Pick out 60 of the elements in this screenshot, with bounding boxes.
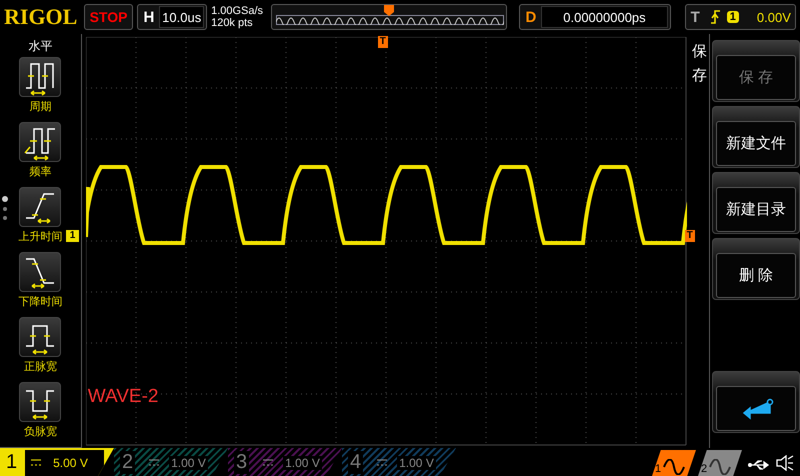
measure-button[interactable] [19, 317, 62, 357]
usb-icon [748, 459, 770, 471]
speaker-mute-icon [776, 455, 794, 471]
measure-button[interactable] [19, 57, 62, 97]
measure-label: 上升时间 [18, 230, 62, 244]
measure-label: 下降时间 [18, 295, 62, 309]
trigger-source-badge: 1 [726, 11, 739, 23]
rising-edge-icon [710, 10, 721, 24]
trigger-level-marker: T [684, 230, 695, 242]
channel-number: 1 [6, 450, 18, 474]
page-dots-icon [2, 196, 8, 222]
source-number: 2 [701, 463, 708, 475]
waveform-label: WAVE-2 [88, 386, 158, 408]
softkey-button[interactable]: 新建文件 [712, 106, 800, 168]
channel-scale: 5.00 V [51, 456, 90, 470]
sample-rate: 1.00GSa/s [211, 5, 264, 17]
dc-coupling-icon [377, 459, 388, 467]
channel-scale: 1.00 V [169, 456, 208, 470]
source-tab[interactable]: 2 [698, 450, 742, 476]
horizontal-label: H [142, 8, 156, 26]
channel-scale: 1.00 V [283, 456, 322, 470]
trigger-level: 0.00V [756, 10, 791, 24]
run-stop-button[interactable]: STOP [84, 4, 134, 30]
channel-tab[interactable]: 1 5.00 V [0, 448, 114, 476]
delay-value: 0.00000000ps [541, 6, 668, 28]
softkey-button[interactable]: 新建目录 [712, 172, 800, 234]
timebase-value: 10.0us [159, 6, 204, 28]
channel-number: 3 [234, 450, 250, 474]
dc-coupling-icon [149, 459, 160, 467]
trigger-position-icon [384, 5, 394, 16]
measure-button[interactable] [19, 187, 62, 227]
sine-wave-icon [663, 459, 686, 475]
measure-button[interactable] [19, 252, 62, 292]
channel-marker: 1 [66, 230, 80, 242]
source-number: 1 [655, 463, 662, 475]
channel-tab[interactable]: 2 1.00 V [114, 448, 228, 476]
source-tab[interactable]: 1 [652, 450, 696, 476]
measure-label: 频率 [29, 164, 52, 179]
channel-tab[interactable]: 3 1.00 V [228, 448, 342, 476]
measure-button[interactable] [19, 382, 62, 422]
menu-title: 水平 [28, 38, 52, 55]
dc-coupling-icon [31, 459, 42, 467]
memory-depth: 120k pts [211, 17, 254, 29]
measure-button[interactable] [19, 122, 62, 162]
channel-scale: 1.00 V [397, 456, 436, 470]
channel-number: 4 [348, 450, 364, 474]
trigger-label: T [690, 8, 701, 26]
channel-number: 2 [120, 450, 136, 474]
trigger-time-marker: T [378, 36, 388, 48]
channel-tab[interactable]: 4 1.00 V [342, 448, 456, 476]
delay-label: D [524, 8, 538, 26]
measure-label: 周期 [29, 100, 52, 114]
measure-label: 正脉宽 [24, 360, 57, 374]
measure-label: 负脉宽 [24, 424, 57, 439]
dc-coupling-icon [263, 459, 274, 467]
brand-logo: RIGOL [4, 4, 78, 30]
softkey-button[interactable]: 删 除 [712, 238, 800, 300]
menu-title: 保存 [692, 42, 707, 86]
enter-button[interactable] [712, 371, 800, 433]
sine-wave-icon [709, 459, 732, 475]
